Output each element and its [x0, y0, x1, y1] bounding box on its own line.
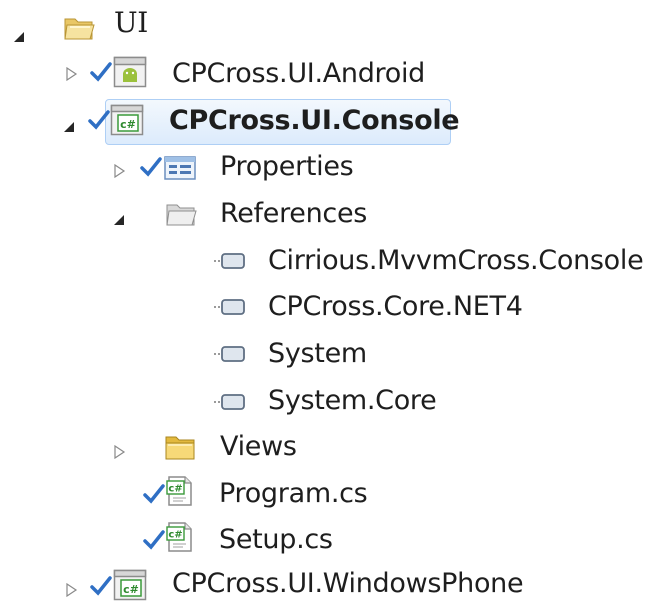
tree-node-label: System	[268, 338, 367, 369]
tree-node-label: CPCross.UI.WindowsPhone	[172, 568, 524, 599]
checkmark-icon	[90, 62, 112, 82]
svg-text:c#: c#	[168, 484, 182, 495]
tree-node-label: Setup.cs	[219, 524, 333, 555]
tree-node-label: System.Core	[268, 385, 437, 416]
folder-open-icon	[64, 18, 95, 40]
tree-node-label: Properties	[220, 151, 354, 182]
svg-text:c#: c#	[168, 530, 182, 541]
checkmark-icon	[88, 110, 110, 130]
collapsed-arrow-icon[interactable]	[65, 67, 79, 81]
collapsed-arrow-icon[interactable]	[65, 583, 79, 597]
csharp-project-icon: c#	[113, 569, 147, 601]
tree-node-label: Views	[220, 431, 297, 462]
svg-text:c#: c#	[120, 118, 136, 131]
expanded-arrow-icon[interactable]	[112, 213, 126, 227]
csharp-project-icon: c#	[110, 104, 144, 136]
tree-node-label: References	[220, 198, 368, 229]
csharp-file-icon: c#	[166, 476, 192, 506]
reference-icon	[214, 394, 245, 410]
tree-node-label: UI	[114, 6, 149, 39]
csharp-file-icon: c#	[166, 522, 192, 552]
collapsed-arrow-icon[interactable]	[113, 445, 127, 459]
expanded-arrow-icon[interactable]	[12, 30, 26, 44]
reference-icon	[214, 346, 245, 362]
reference-icon	[214, 253, 245, 269]
references-folder-icon	[166, 204, 197, 226]
reference-icon	[214, 299, 245, 315]
expanded-arrow-icon[interactable]	[62, 120, 76, 134]
tree-node-label: CPCross.UI.Android	[172, 58, 426, 89]
checkmark-icon	[143, 530, 165, 550]
svg-text:c#: c#	[123, 583, 139, 596]
properties-icon	[164, 156, 196, 180]
solution-explorer-tree: UI CPCross.UI.Android c# CPCross.UI.Cons…	[0, 0, 668, 601]
checkmark-icon	[143, 484, 165, 504]
checkmark-icon	[140, 157, 162, 177]
tree-node-label: Program.cs	[219, 478, 368, 509]
folder-icon	[165, 436, 195, 460]
checkmark-icon	[90, 576, 112, 596]
collapsed-arrow-icon[interactable]	[113, 164, 127, 178]
android-project-icon	[113, 56, 147, 88]
tree-node-label: Cirrious.MvvmCross.Console	[268, 245, 644, 276]
tree-node-label: CPCross.Core.NET4	[268, 291, 523, 322]
tree-node-label: CPCross.UI.Console	[169, 105, 460, 136]
